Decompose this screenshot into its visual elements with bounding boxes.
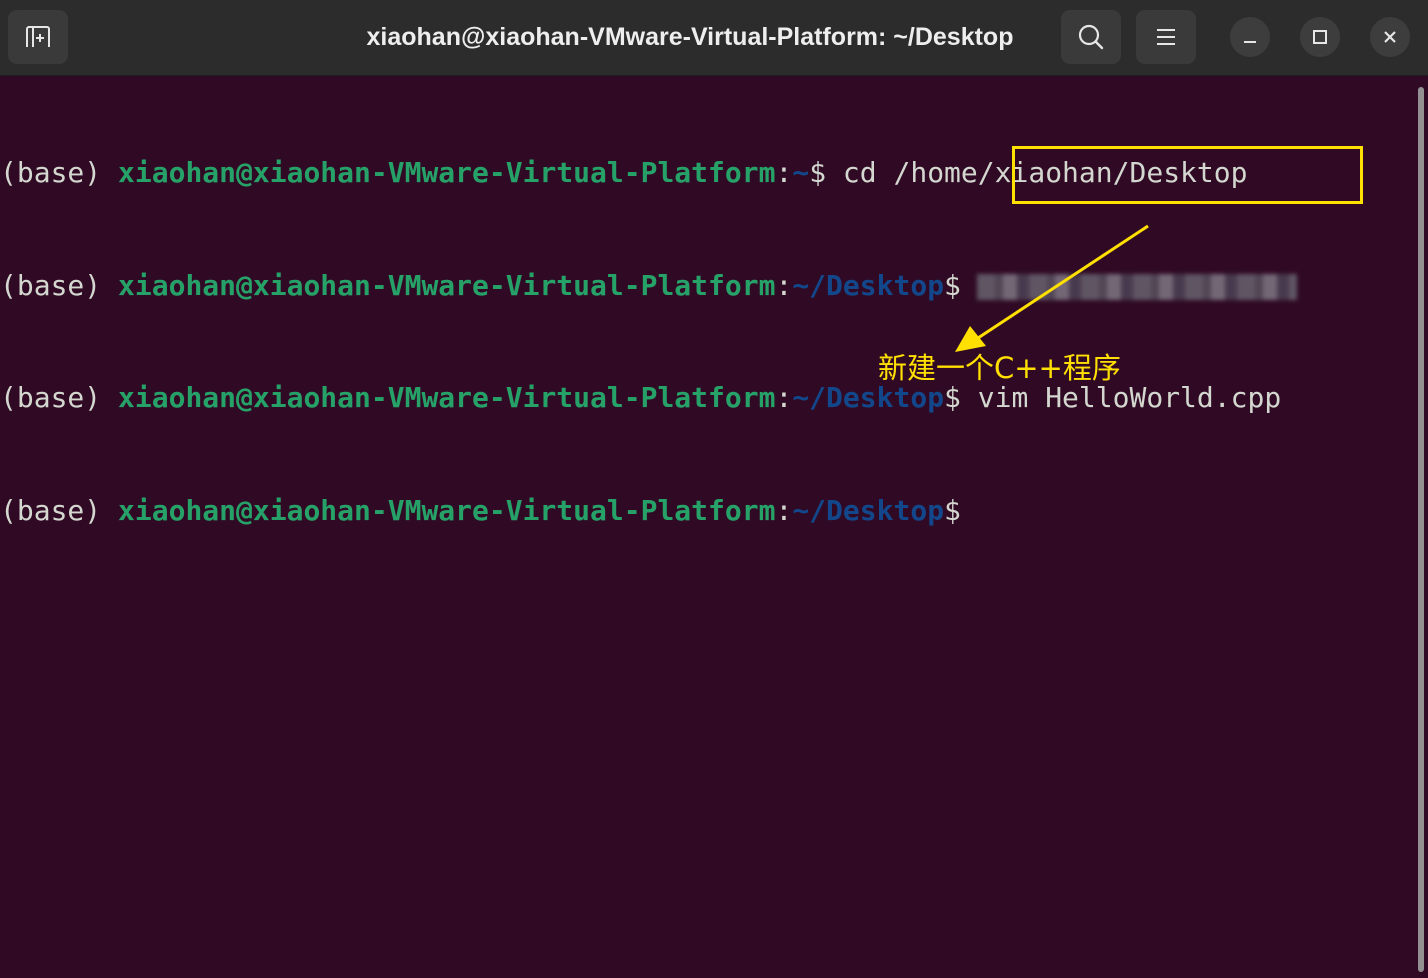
blurred-command — [976, 273, 1297, 300]
prompt-user-host: xiaohan@xiaohan-VMware-Virtual-Platform — [118, 268, 776, 302]
terminal-output[interactable]: (base) xiaohan@xiaohan-VMware-Virtual-Pl… — [0, 77, 1414, 978]
prompt-symbol: $ — [809, 156, 843, 189]
title-bar: xiaohan@xiaohan-VMware-Virtual-Platform:… — [0, 0, 1428, 76]
prompt-separator: : — [775, 156, 793, 189]
search-icon — [1078, 24, 1104, 50]
conda-env: (base) — [0, 156, 119, 189]
maximize-button[interactable] — [1300, 17, 1340, 57]
prompt-user-host: xiaohan@xiaohan-VMware-Virtual-Platform — [118, 493, 776, 527]
new-tab-button[interactable] — [8, 10, 68, 64]
prompt-path: ~/Desktop — [792, 493, 945, 527]
prompt-separator: : — [775, 381, 793, 414]
prompt-separator: : — [775, 493, 793, 527]
terminal-line: (base) xiaohan@xiaohan-VMware-Virtual-Pl… — [0, 492, 1414, 530]
conda-env: (base) — [0, 493, 119, 527]
hamburger-menu-icon — [1157, 29, 1175, 45]
terminal-line: (base) xiaohan@xiaohan-VMware-Virtual-Pl… — [0, 379, 1414, 417]
annotation-label: 新建一个C++程序 — [878, 351, 1121, 385]
prompt-separator: : — [775, 268, 793, 302]
close-icon — [1384, 31, 1396, 43]
terminal-line: (base) xiaohan@xiaohan-VMware-Virtual-Pl… — [0, 267, 1414, 305]
prompt-symbol: $ — [944, 493, 961, 527]
menu-button[interactable] — [1136, 10, 1196, 64]
minimize-button[interactable] — [1230, 17, 1270, 57]
conda-env: (base) — [0, 268, 119, 302]
terminal-line: (base) xiaohan@xiaohan-VMware-Virtual-Pl… — [0, 154, 1414, 192]
conda-env: (base) — [0, 381, 119, 414]
command-text: cd /home/xiaohan/Desktop — [842, 156, 1248, 189]
close-button[interactable] — [1370, 17, 1410, 57]
minimize-icon — [1244, 41, 1256, 43]
scrollbar-thumb[interactable] — [1418, 87, 1424, 972]
prompt-user-host: xiaohan@xiaohan-VMware-Virtual-Platform — [118, 381, 776, 414]
new-tab-icon — [26, 26, 50, 47]
prompt-user-host: xiaohan@xiaohan-VMware-Virtual-Platform — [118, 156, 776, 189]
window-title: xiaohan@xiaohan-VMware-Virtual-Platform:… — [366, 23, 1014, 51]
prompt-path: ~ — [792, 156, 810, 189]
prompt-symbol: $ — [944, 268, 961, 302]
terminal-window: xiaohan@xiaohan-VMware-Virtual-Platform:… — [0, 0, 1428, 978]
prompt-path: ~/Desktop — [792, 268, 945, 302]
scrollbar[interactable] — [1414, 77, 1428, 978]
maximize-icon — [1313, 30, 1327, 44]
search-button[interactable] — [1061, 10, 1121, 64]
